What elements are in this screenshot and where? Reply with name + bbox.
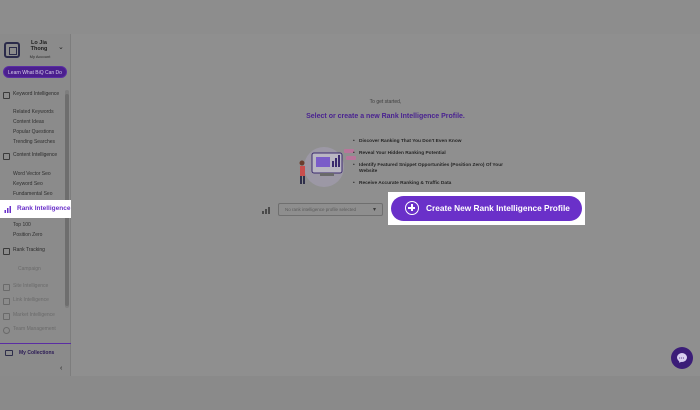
rank-illustration (299, 147, 356, 187)
sidebar-item-label: Rank Intelligence (17, 205, 71, 212)
account-name: Lo Jia Thong (30, 40, 48, 52)
chat-button[interactable]: ••• (671, 347, 693, 369)
sidebar-subitem-top-100[interactable]: Top 100 (13, 222, 31, 228)
list-item: Reveal Your Hidden Ranking Potential (353, 151, 503, 157)
plus-circle-icon (405, 201, 419, 215)
top-bar (0, 0, 700, 34)
profile-select-value: No rank intelligence profile selected (285, 207, 357, 212)
sidebar-item-label: Link Intelligence (13, 297, 49, 303)
rank-intelligence-icon (262, 207, 270, 214)
rank-tracking-icon (3, 248, 10, 255)
account-switcher[interactable]: Lo Jia Thong My Account ⌄ (4, 38, 68, 62)
bottom-bar (0, 376, 700, 410)
sidebar-item-market-intelligence[interactable]: Market Intelligence (3, 312, 65, 320)
sidebar-subitem-content-ideas[interactable]: Content Ideas (13, 119, 44, 125)
list-item: Discover Ranking That You Don't Even Kno… (353, 139, 503, 145)
chat-dots-icon: ••• (679, 355, 685, 360)
link-icon (3, 298, 10, 305)
list-item: Receive Accurate Ranking & Traffic Data (353, 181, 503, 187)
sidebar-subitem-position-zero[interactable]: Position Zero (13, 232, 42, 238)
market-icon (3, 313, 10, 320)
collapse-sidebar-icon[interactable]: ‹ (60, 365, 62, 372)
chevron-down-icon: ▾ (372, 207, 376, 213)
keyword-icon (3, 92, 10, 99)
sidebar-subitem-word-vector-seo[interactable]: Word Vector Seo (13, 171, 51, 177)
main-content: To get started, Select or create a new R… (71, 34, 700, 376)
sidebar-item-team-management[interactable]: Team Management (3, 326, 65, 334)
account-subtitle: My Account (29, 54, 51, 59)
chevron-down-icon[interactable]: ⌄ (58, 43, 64, 51)
sidebar-item-label: Market Intelligence (13, 312, 55, 318)
my-collections-label: My Collections (19, 350, 55, 356)
sidebar-item-content-intelligence[interactable]: Content Intelligence (3, 152, 65, 166)
sidebar-item-label: Site Intelligence (13, 283, 49, 289)
sidebar-item-label: Team Management (13, 326, 56, 332)
sidebar-item-keyword-intelligence[interactable]: Keyword Intelligence (3, 91, 65, 105)
sidebar-item-label: Content Intelligence (13, 152, 58, 158)
create-profile-label: Create New Rank Intelligence Profile (426, 203, 570, 213)
profile-select[interactable]: No rank intelligence profile selected ▾ (278, 203, 383, 216)
sidebar-item-rank-tracking[interactable]: Rank Tracking (3, 247, 65, 255)
sidebar-item-rank-intelligence[interactable]: Rank Intelligence (0, 200, 82, 218)
sidebar-item-label: Rank Tracking (13, 247, 45, 253)
create-profile-button[interactable]: Create New Rank Intelligence Profile (391, 196, 582, 221)
bar-chart-icon (4, 206, 11, 213)
site-icon (3, 284, 10, 291)
get-started-text: To get started, (369, 99, 402, 105)
my-collections-item[interactable]: My Collections (0, 343, 71, 361)
sidebar-subitem-campaign[interactable]: Campaign (18, 266, 41, 272)
sidebar-item-label: Keyword Intelligence (13, 91, 60, 97)
sidebar-item-site-intelligence[interactable]: Site Intelligence (3, 283, 65, 291)
learn-what-biq-can-do-button[interactable]: Learn What BiQ Can Do (3, 66, 67, 78)
sidebar-subitem-popular-questions[interactable]: Popular Questions (13, 129, 54, 135)
account-logo-icon (4, 42, 20, 58)
sidebar-subitem-trending-searches[interactable]: Trending Searches (13, 139, 55, 145)
team-icon (3, 327, 10, 334)
list-item: Identify Featured Snippet Opportunities … (353, 163, 503, 175)
sidebar-subitem-fundamental-seo[interactable]: Fundamental Seo (13, 191, 52, 197)
content-icon (3, 153, 10, 160)
page-headline: Select or create a new Rank Intelligence… (306, 113, 465, 120)
feature-list: Discover Ranking That You Don't Even Kno… (353, 139, 503, 193)
sidebar-subitem-keyword-seo[interactable]: Keyword Seo (13, 181, 43, 187)
sidebar: Lo Jia Thong My Account ⌄ Learn What BiQ… (0, 34, 82, 376)
collections-icon (5, 350, 13, 356)
sidebar-subitem-related-keywords[interactable]: Related Keywords (13, 109, 54, 115)
sidebar-item-link-intelligence[interactable]: Link Intelligence (3, 297, 65, 305)
